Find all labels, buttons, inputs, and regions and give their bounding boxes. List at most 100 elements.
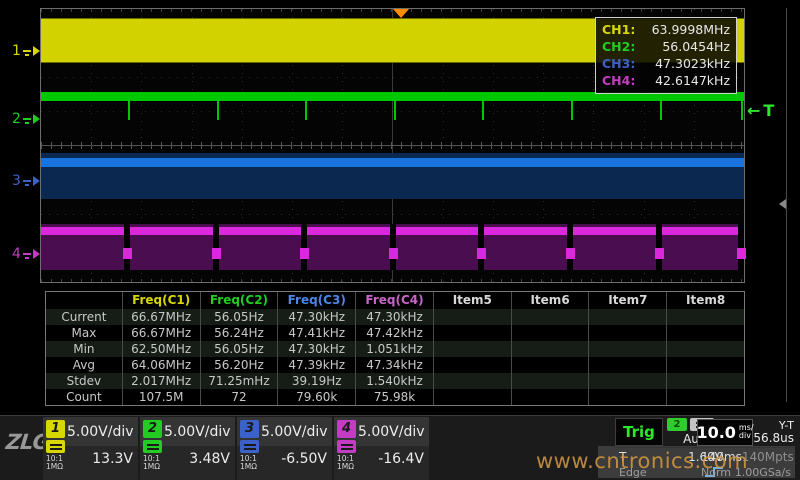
ch4-burst-dot [300,248,309,259]
table-cell [511,357,589,373]
channel-3-scale: 5.00V/div [261,424,327,440]
table-cell [588,341,666,357]
table-cell: 2.017MHz [122,373,200,389]
table-row-label: Avg [46,357,122,373]
ch2-spike [305,101,307,120]
ch4-burst-dot [389,248,398,259]
table-cell [588,325,666,341]
table-cell [666,389,744,405]
overlay-ch4-label: CH4: [602,72,635,89]
measurement-table: Freq(C1)Freq(C2)Freq(C3)Freq(C4)Item5Ite… [45,291,745,406]
table-cell: 47.34kHz [355,357,433,373]
timebase-unit: ms/div [739,424,754,440]
ch4-burst-dot [212,248,221,259]
ch2-spike [128,101,130,120]
table-cell: 107.5M [122,389,200,405]
channel-2-scale: 5.00V/div [164,424,230,440]
ground-icon [23,177,31,186]
overlay-row-ch1: CH1: 63.9998MHz [602,21,730,38]
table-cell: 47.30kHz [355,309,433,325]
table-row-label: Min [46,341,122,357]
ch2-spike [660,101,662,120]
table-cell [666,309,744,325]
ground-icon [23,250,31,259]
ground-icon [23,115,31,124]
table-cell: 56.05Hz [200,309,278,325]
watermark: www.cntronics.com [536,449,748,473]
channel-2-badge[interactable]: 2 [143,420,162,438]
table-cell [511,325,589,341]
overlay-ch2-label: CH2: [602,38,635,55]
channel-2-ground-marker[interactable]: 2 [12,112,40,126]
channel-1-coupling-icon [46,440,65,453]
channel-1-badge-column: 1 10:11MΩ [46,420,65,471]
timebase-scale-box[interactable]: 10.0 ms/div [697,419,753,446]
oscilloscope-screen: CH1: 63.9998MHz CH2: 56.0454Hz CH3: 47.3… [0,0,800,480]
table-cell: 1.540kHz [355,373,433,389]
grid-line-horizontal [41,214,744,215]
table-row: Avg64.06MHz56.20Hz47.39kHz47.34kHz [46,357,744,373]
overlay-ch3-value: 47.3023kHz [655,55,730,72]
channel-4-values: 5.00V/div -16.4V [358,417,424,480]
channel-1-probe-info: 10:11MΩ [46,455,65,471]
overlay-ch3-label: CH3: [602,55,635,72]
table-row-label: Max [46,325,122,341]
table-header-cell: Freq(C1) [122,292,200,309]
ch4-burst-dot [566,248,575,259]
channel-1-offset: 13.3V [67,451,133,467]
table-row: Current66.67MHz56.05Hz47.30kHz47.30kHz [46,309,744,325]
table-cell: 66.67MHz [122,325,200,341]
table-row-label: Current [46,309,122,325]
table-cell [588,357,666,373]
marker-arrow-icon [33,176,40,186]
ch4-burst-dot [477,248,486,259]
channel-2-probe-info: 10:11MΩ [143,455,162,471]
channel-4-settings[interactable]: 4 10:11MΩ 5.00V/div -16.4V [334,417,429,480]
timebase-mode-column: Y-T 56.8us [753,420,795,445]
channel-3-values: 5.00V/div -6.50V [261,417,327,480]
ch4-burst-gap [567,224,573,270]
table-row: Min62.50MHz56.05Hz47.30kHz1.051kHz [46,341,744,357]
trig-button[interactable]: Trig [615,418,663,446]
ch4-burst-gap [738,224,744,270]
ch2-spike [217,101,219,120]
channel-2-settings[interactable]: 2 10:11MΩ 5.00V/div 3.48V [140,417,235,480]
channel-3-ground-marker[interactable]: 3 [12,174,40,188]
channel-4-coupling-icon [337,440,356,453]
overlay-ch1-value: 63.9998MHz [652,21,730,38]
menu-panel-divider [786,8,787,402]
channel-1-ground-marker[interactable]: 1 [12,44,40,58]
table-cell [511,373,589,389]
channel-4-ground-marker[interactable]: 4 [12,247,40,261]
trigger-position-marker[interactable] [393,9,409,18]
table-header-cell: Item6 [511,292,589,309]
channel-3-probe-info: 10:11MΩ [240,455,259,471]
ch4-burst-gap [478,224,484,270]
table-cell: 79.60k [277,389,355,405]
table-header-cell: Item5 [433,292,511,309]
trigger-arrow-icon: ← [747,101,760,120]
table-row-label: Count [46,389,122,405]
menu-handle-icon[interactable] [779,199,786,209]
channel-3-badge[interactable]: 3 [240,420,259,438]
table-row-label: Stdev [46,373,122,389]
table-cell [511,309,589,325]
table-row: Max66.67MHz56.24Hz47.41kHz47.42kHz [46,325,744,341]
grid-line-horizontal [41,111,744,112]
trigger-level-marker[interactable]: ←T [747,101,777,120]
table-cell: 47.30kHz [277,309,355,325]
ch4-burst-gap [124,224,130,270]
channel-4-badge[interactable]: 4 [337,420,356,438]
marker-arrow-icon [33,46,40,56]
table-row: Count107.5M7279.60k75.98k [46,389,744,405]
channel-2-values: 5.00V/div 3.48V [164,417,230,480]
table-header-cell: Freq(C2) [200,292,278,309]
table-cell: 56.20Hz [200,357,278,373]
table-cell [433,373,511,389]
table-header-cell [46,292,122,309]
channel-1-settings[interactable]: 1 10:11MΩ 5.00V/div 13.3V [43,417,138,480]
table-cell: 56.05Hz [200,341,278,357]
channel-3-settings[interactable]: 3 10:11MΩ 5.00V/div -6.50V [237,417,332,480]
trigger-source-badge[interactable]: 2 [667,418,687,431]
channel-1-badge[interactable]: 1 [46,420,65,438]
